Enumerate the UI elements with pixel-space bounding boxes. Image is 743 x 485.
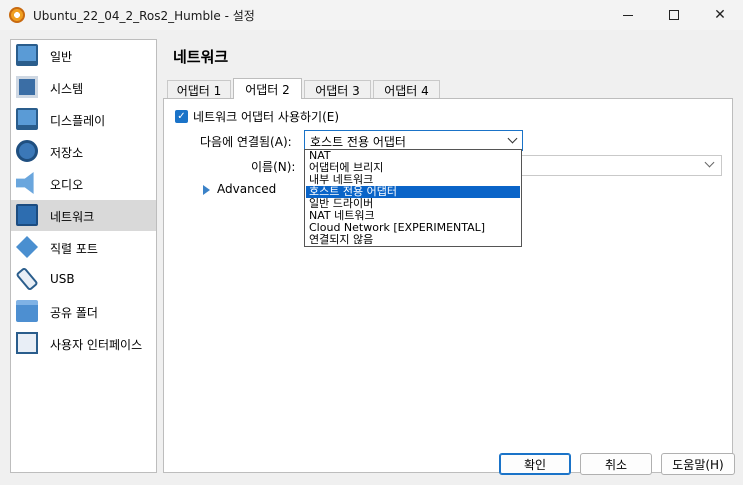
settings-sidebar: 일반 시스템 디스플레이 저장소 오디오 네트워크 직렬 포트 USB 공유 폴… [10, 39, 157, 473]
dropdown-option-host-only[interactable]: 호스트 전용 어댑터 [306, 186, 520, 198]
dropdown-option-nat-network[interactable]: NAT 네트워크 [306, 210, 520, 222]
usb-icon [15, 266, 39, 292]
sidebar-item-label: 사용자 인터페이스 [50, 338, 143, 352]
sidebar-item-network[interactable]: 네트워크 [11, 200, 156, 231]
serial-port-icon [16, 236, 38, 258]
sidebar-item-label: 일반 [50, 50, 73, 64]
display-icon [16, 108, 38, 130]
disk-icon [16, 140, 38, 162]
enable-adapter-checkbox[interactable]: ✓ [175, 110, 188, 123]
cancel-button[interactable]: 취소 [580, 453, 652, 475]
advanced-toggle[interactable]: Advanced [217, 182, 276, 196]
window-title: Ubuntu_22_04_2_Ros2_Humble - 설정 [33, 9, 255, 23]
sidebar-item-usb[interactable]: USB [11, 264, 156, 295]
sidebar-item-audio[interactable]: 오디오 [11, 168, 156, 199]
tab-adapter-1[interactable]: 어댑터 1 [167, 80, 231, 99]
minimize-button[interactable] [605, 0, 651, 30]
speaker-icon [16, 172, 34, 194]
sidebar-item-system[interactable]: 시스템 [11, 72, 156, 103]
tab-adapter-3[interactable]: 어댑터 3 [304, 80, 371, 99]
dropdown-option-internal[interactable]: 내부 네트워크 [306, 174, 520, 186]
tab-adapter-2[interactable]: 어댑터 2 [233, 78, 302, 99]
sidebar-item-label: USB [50, 272, 75, 286]
help-button[interactable]: 도움말(H) [661, 453, 735, 475]
dropdown-option-not-attached[interactable]: 연결되지 않음 [306, 234, 520, 246]
enable-adapter-label[interactable]: 네트워크 어댑터 사용하기(E) [193, 108, 339, 125]
sidebar-item-label: 공유 폴더 [50, 306, 98, 320]
virtualbox-icon [9, 7, 25, 23]
ok-button[interactable]: 확인 [499, 453, 571, 475]
sidebar-item-label: 직렬 포트 [50, 242, 98, 256]
close-button[interactable]: ✕ [697, 0, 743, 30]
dropdown-option-nat[interactable]: NAT [306, 150, 520, 162]
dropdown-option-cloud-network[interactable]: Cloud Network [EXPERIMENTAL] [306, 222, 520, 234]
chevron-down-icon [704, 157, 715, 168]
sidebar-item-user-interface[interactable]: 사용자 인터페이스 [11, 328, 156, 359]
page-title: 네트워크 [173, 48, 229, 66]
sidebar-item-label: 디스플레이 [50, 114, 106, 128]
dropdown-option-generic[interactable]: 일반 드라이버 [306, 198, 520, 210]
settings-content: 네트워크 어댑터 1 어댑터 2 어댑터 3 어댑터 4 ✓ 네트워크 어댑터 … [163, 39, 733, 473]
chip-icon [16, 76, 38, 98]
monitor-icon [16, 44, 38, 66]
network-icon [16, 204, 38, 226]
user-interface-icon [16, 332, 38, 354]
sidebar-item-label: 시스템 [50, 82, 84, 96]
minimize-icon [623, 14, 633, 16]
sidebar-item-shared-folders[interactable]: 공유 폴더 [11, 296, 156, 327]
close-icon: ✕ [714, 7, 726, 23]
folder-icon [16, 300, 38, 322]
maximize-button[interactable] [651, 0, 697, 30]
sidebar-item-label: 저장소 [50, 146, 84, 160]
expand-arrow-icon[interactable] [203, 185, 210, 195]
attached-to-label: 다음에 연결됨(A): [200, 135, 292, 149]
attached-to-value: 호스트 전용 어댑터 [310, 135, 406, 149]
maximize-icon [669, 10, 679, 20]
sidebar-item-storage[interactable]: 저장소 [11, 136, 156, 167]
dropdown-option-bridged[interactable]: 어댑터에 브리지 [306, 162, 520, 174]
chevron-down-icon [507, 133, 518, 144]
title-bar: Ubuntu_22_04_2_Ros2_Humble - 설정 ✕ [0, 0, 743, 30]
sidebar-item-label: 네트워크 [50, 210, 95, 224]
sidebar-item-label: 오디오 [50, 178, 84, 192]
attached-to-dropdown-list: NAT 어댑터에 브리지 내부 네트워크 호스트 전용 어댑터 일반 드라이버 … [304, 149, 522, 247]
attached-to-select[interactable]: 호스트 전용 어댑터 [304, 130, 523, 151]
sidebar-item-serial-ports[interactable]: 직렬 포트 [11, 232, 156, 263]
sidebar-item-general[interactable]: 일반 [11, 40, 156, 71]
tab-adapter-4[interactable]: 어댑터 4 [373, 80, 440, 99]
sidebar-item-display[interactable]: 디스플레이 [11, 104, 156, 135]
name-label: 이름(N): [251, 160, 296, 174]
